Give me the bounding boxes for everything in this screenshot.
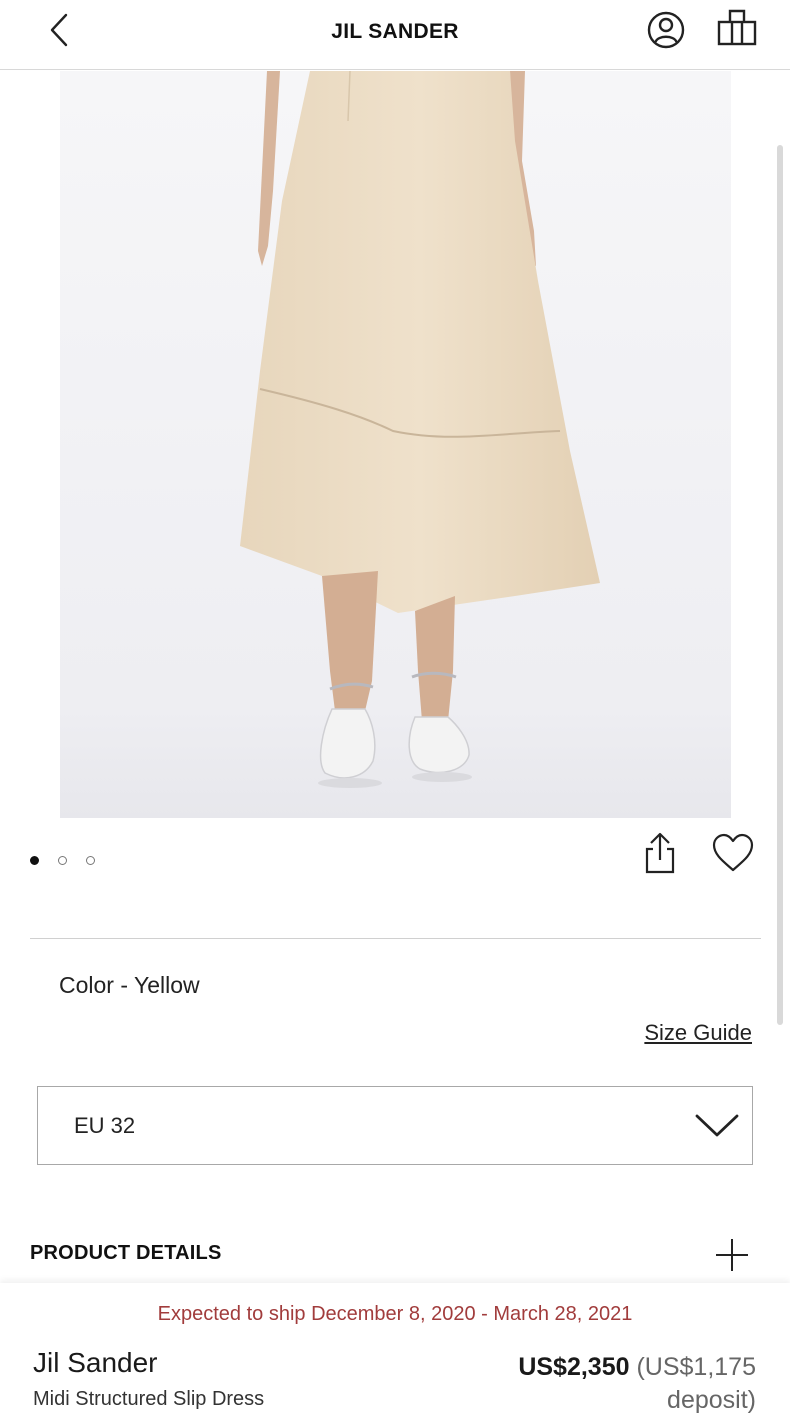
shopping-bag-icon — [717, 9, 757, 46]
carousel-dot-2[interactable] — [58, 855, 67, 865]
heart-icon — [712, 833, 754, 872]
expand-details-button[interactable] — [713, 1236, 751, 1274]
carousel-dot-3[interactable] — [86, 855, 95, 865]
product-name: Midi Structured Slip Dress — [33, 1388, 265, 1410]
user-circle-icon — [647, 11, 685, 49]
product-brand: Jil Sander — [33, 1347, 158, 1378]
product-price: US$2,350 — [518, 1353, 630, 1381]
wishlist-button[interactable] — [710, 830, 756, 876]
size-guide-link[interactable]: Size Guide — [644, 1020, 752, 1046]
plus-icon — [716, 1239, 748, 1271]
shipping-estimate: Expected to ship December 8, 2020 - Marc… — [157, 1303, 633, 1325]
carousel-dot-1[interactable] — [30, 855, 39, 865]
share-icon — [645, 832, 675, 874]
scrollbar[interactable] — [777, 145, 783, 1025]
top-nav-bar: JIL SANDER — [0, 0, 790, 70]
size-selected-value: EU 32 — [74, 1113, 136, 1138]
section-divider — [30, 938, 761, 939]
carousel-dots — [30, 852, 114, 868]
product-details-title[interactable]: PRODUCT DETAILS — [30, 1242, 222, 1265]
account-button[interactable] — [644, 8, 688, 52]
deposit-amount: (US$1,175 deposit) — [636, 1353, 756, 1414]
product-image[interactable] — [60, 71, 731, 818]
chevron-down-icon — [695, 1114, 739, 1137]
size-select[interactable]: EU 32 — [37, 1086, 753, 1165]
purchase-bar: Expected to ship December 8, 2020 - Marc… — [0, 1283, 790, 1426]
share-button[interactable] — [638, 830, 682, 876]
product-photo — [60, 71, 731, 818]
shopping-bag-button[interactable] — [714, 6, 760, 52]
price-block: US$2,350 (US$1,175 deposit) — [466, 1351, 756, 1417]
color-label: Color - Yellow — [59, 972, 200, 998]
